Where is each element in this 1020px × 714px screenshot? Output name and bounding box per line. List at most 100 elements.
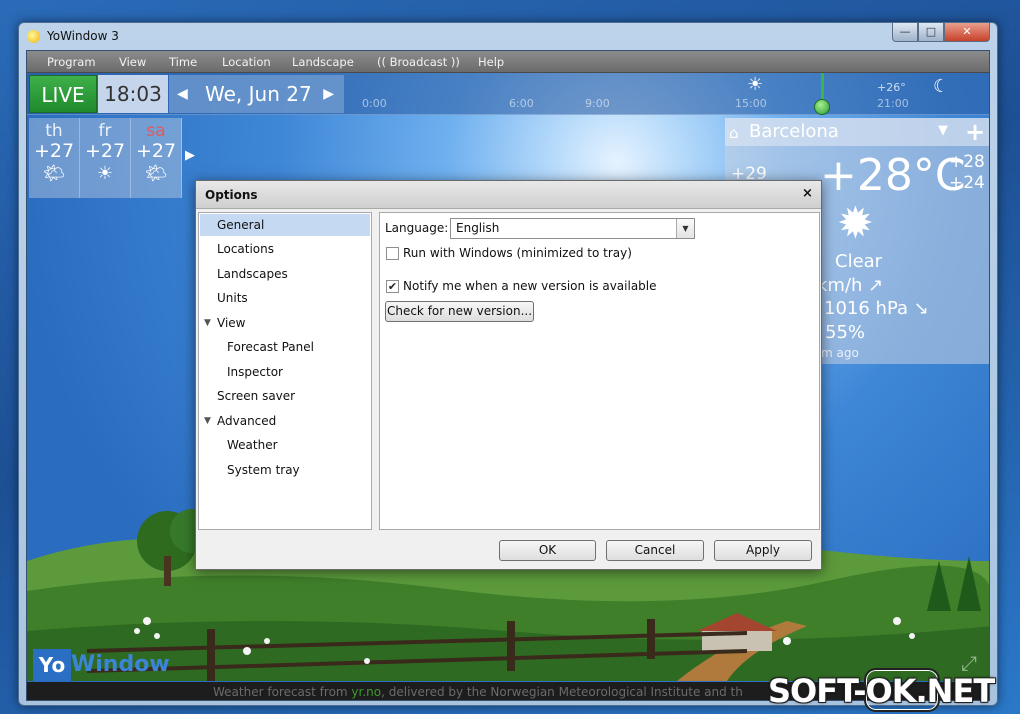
nav-label: View bbox=[217, 316, 246, 330]
timeline-label-2100: 21:00 bbox=[877, 97, 909, 110]
forecast-day-saturday[interactable]: sa +27 🌤 bbox=[131, 118, 182, 198]
close-button[interactable]: ✕ bbox=[944, 23, 990, 42]
nav-label: Landscapes bbox=[217, 267, 288, 281]
timeline-label-0900: 9:00 bbox=[585, 97, 610, 110]
minimize-button[interactable]: — bbox=[892, 23, 918, 42]
options-dialog: Options × General Locations Landscapes U… bbox=[195, 180, 822, 570]
forecast-day-thursday[interactable]: th +27 🌤 bbox=[29, 118, 80, 198]
menu-landscape[interactable]: Landscape bbox=[292, 55, 354, 69]
timeline-label-1500: 15:00 bbox=[735, 97, 767, 110]
logo-yo: Yo bbox=[33, 649, 71, 681]
timeline-track[interactable]: 0:00 6:00 9:00 15:00 21:00 ☀ +26° ☾ bbox=[347, 73, 987, 115]
nav-units[interactable]: Units bbox=[200, 287, 370, 309]
dialog-title: Options bbox=[205, 188, 258, 202]
nav-label: Screen saver bbox=[217, 389, 296, 403]
language-label: Language: bbox=[385, 221, 449, 235]
menu-broadcast[interactable]: (( Broadcast )) bbox=[377, 55, 460, 69]
prev-day-arrow-icon[interactable]: ◀ bbox=[177, 75, 188, 113]
ok-button[interactable]: OK bbox=[499, 540, 596, 561]
nav-label: Weather bbox=[227, 438, 278, 452]
nav-locations[interactable]: Locations bbox=[200, 238, 370, 260]
pressure: 1016 hPa ↘ bbox=[824, 298, 929, 319]
partly-cloudy-icon: 🌤 bbox=[42, 163, 66, 184]
general-settings-panel: Language: English ▼ Run with Windows (mi… bbox=[379, 212, 820, 530]
run-with-windows-checkbox[interactable] bbox=[386, 247, 399, 260]
nav-landscapes[interactable]: Landscapes bbox=[200, 263, 370, 285]
time-slider-handle[interactable] bbox=[814, 99, 830, 115]
humidity: 55% bbox=[825, 322, 866, 343]
next-day-arrow-icon[interactable]: ▶ bbox=[323, 75, 334, 113]
yowindow-app-icon bbox=[27, 30, 40, 43]
home-icon: ⌂ bbox=[729, 124, 739, 142]
menu-location[interactable]: Location bbox=[222, 55, 271, 69]
attribution-source-link[interactable]: yr.no bbox=[351, 685, 381, 699]
current-time: 18:03 bbox=[98, 75, 168, 113]
nav-label: Inspector bbox=[227, 365, 283, 379]
menu-bar: Program View Time Location Landscape (( … bbox=[27, 51, 989, 73]
wind-speed: km/h ↗ bbox=[817, 275, 884, 296]
forecast-day-label: fr bbox=[98, 121, 112, 141]
nav-general[interactable]: General bbox=[200, 214, 370, 236]
location-dropdown-icon[interactable]: ▼ bbox=[938, 123, 948, 138]
dialog-close-icon[interactable]: × bbox=[802, 186, 813, 201]
forecast-day-friday[interactable]: fr +27 ☀ bbox=[80, 118, 131, 198]
nav-label: Advanced bbox=[217, 414, 277, 428]
nav-inspector[interactable]: Inspector bbox=[200, 361, 370, 383]
title-bar[interactable]: YoWindow 3 — □ ✕ bbox=[19, 23, 997, 50]
nav-label: System tray bbox=[227, 463, 300, 477]
nav-weather[interactable]: Weather bbox=[200, 434, 370, 456]
clear-sun-icon: ✹ bbox=[837, 198, 874, 249]
watermark-logo: SOFT-OK.NET bbox=[768, 668, 1014, 712]
apply-button[interactable]: Apply bbox=[714, 540, 812, 561]
notify-new-version-checkbox[interactable]: ✔ bbox=[386, 280, 399, 293]
nav-forecast-panel[interactable]: Forecast Panel bbox=[200, 336, 370, 358]
add-location-icon[interactable]: + bbox=[965, 118, 985, 146]
timeline-temp: +26° bbox=[877, 81, 906, 94]
menu-time[interactable]: Time bbox=[169, 55, 197, 69]
current-date: We, Jun 27 bbox=[205, 82, 312, 106]
high-low-temps: +28 +24 bbox=[949, 152, 985, 194]
nav-system-tray[interactable]: System tray bbox=[200, 459, 370, 481]
forecast-next-arrow-icon[interactable]: ▶ bbox=[185, 148, 195, 163]
forecast-day-temp: +27 bbox=[33, 140, 75, 162]
updated-time: m ago bbox=[821, 346, 859, 360]
partly-cloudy-icon: 🌤 bbox=[144, 163, 168, 184]
live-button[interactable]: LIVE bbox=[29, 75, 97, 113]
expand-triangle-icon[interactable]: ▼ bbox=[204, 410, 211, 432]
menu-view[interactable]: View bbox=[119, 55, 146, 69]
language-select[interactable]: English ▼ bbox=[450, 218, 695, 239]
sun-icon: ☀ bbox=[96, 163, 114, 184]
nav-advanced[interactable]: ▼ Advanced bbox=[200, 410, 370, 432]
forecast-panel: th +27 🌤 fr +27 ☀ sa +27 🌤 ▶ bbox=[29, 118, 199, 198]
nav-label: Locations bbox=[217, 242, 275, 256]
forecast-day-label: th bbox=[45, 121, 63, 141]
forecast-day-temp: +27 bbox=[135, 140, 177, 162]
nav-label: Units bbox=[217, 291, 248, 305]
current-temperature: +28°C bbox=[820, 150, 966, 201]
forecast-day-label: sa bbox=[146, 121, 166, 141]
maximize-button[interactable]: □ bbox=[918, 23, 944, 42]
logo-window: Window bbox=[71, 652, 170, 677]
menu-help[interactable]: Help bbox=[478, 55, 504, 69]
timeline-night-cloud-icon: ☾ bbox=[933, 76, 950, 97]
menu-program[interactable]: Program bbox=[47, 55, 96, 69]
timeline-sun-icon: ☀ bbox=[747, 74, 764, 95]
low-temp: +24 bbox=[949, 173, 985, 193]
nav-view[interactable]: ▼ View bbox=[200, 312, 370, 334]
nav-screen-saver[interactable]: Screen saver bbox=[200, 385, 370, 407]
time-bar: LIVE 18:03 ◀ We, Jun 27 ▶ 0:00 6:00 9:00… bbox=[27, 73, 989, 115]
window-title: YoWindow 3 bbox=[47, 29, 119, 43]
run-with-windows-label[interactable]: Run with Windows (minimized to tray) bbox=[403, 246, 632, 260]
expand-triangle-icon[interactable]: ▼ bbox=[204, 312, 211, 334]
high-temp: +28 bbox=[949, 152, 985, 172]
nav-label: Forecast Panel bbox=[227, 340, 314, 354]
dropdown-arrow-icon[interactable]: ▼ bbox=[676, 219, 694, 238]
cancel-button[interactable]: Cancel bbox=[606, 540, 704, 561]
notify-new-version-label[interactable]: Notify me when a new version is availabl… bbox=[403, 279, 657, 293]
timeline-label-0600: 6:00 bbox=[509, 97, 534, 110]
check-new-version-button[interactable]: Check for new version... bbox=[385, 301, 534, 322]
dialog-title-bar[interactable]: Options × bbox=[196, 181, 821, 209]
location-name[interactable]: Barcelona bbox=[749, 121, 839, 142]
yowindow-logo: Yo Window bbox=[33, 649, 170, 681]
day-navigator: ◀ We, Jun 27 ▶ bbox=[169, 75, 344, 113]
